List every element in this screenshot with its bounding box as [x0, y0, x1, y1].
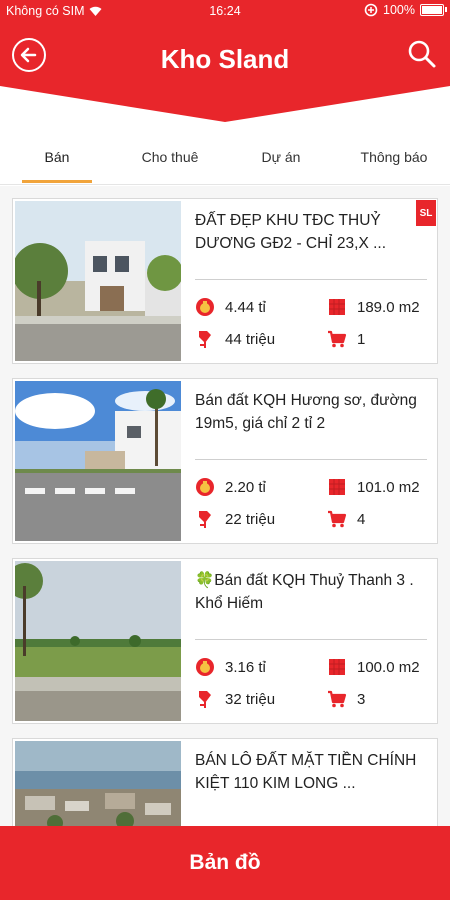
data-saver-icon: [364, 3, 378, 17]
cart-icon: [327, 689, 347, 709]
tab-label: Bán: [44, 149, 70, 165]
price-tag-icon: [195, 689, 215, 709]
listing-price-per-m2: 22 triệu: [195, 509, 275, 529]
area-icon: [327, 297, 347, 317]
area-icon: [327, 657, 347, 677]
listing-title: Bán đất KQH Hương sơ, đường 19m5, giá ch…: [195, 392, 417, 432]
tab-label: Cho thuê: [141, 149, 199, 165]
map-button[interactable]: Bản đồ: [0, 826, 450, 900]
count-value: 1: [357, 330, 366, 348]
listing-area: 101.0 m2: [327, 477, 420, 497]
listing-price: 2.20 tỉ: [195, 477, 266, 497]
price-tag-icon: [195, 509, 215, 529]
tab-thong-bao[interactable]: Thông báo: [360, 130, 428, 184]
active-tab-indicator: [22, 180, 92, 183]
search-icon: [408, 40, 436, 68]
battery-text: 100%: [383, 3, 415, 17]
area-icon: [327, 477, 347, 497]
listing-thumbnail: [15, 741, 181, 826]
listing-area: 189.0 m2: [327, 297, 420, 317]
listing-card[interactable]: 🍀Bán đất KQH Thuỷ Thanh 3 . Khổ Hiếm 3.1…: [12, 558, 438, 724]
tab-bar: Bán Cho thuê Dự án Thông báo: [0, 130, 450, 185]
status-right: 100%: [364, 3, 447, 17]
card-divider: [195, 279, 427, 280]
card-divider: [195, 639, 427, 640]
money-bag-icon: [195, 297, 215, 317]
listing-price-per-m2: 44 triệu: [195, 329, 275, 349]
price-tag-icon: [195, 329, 215, 349]
listing-price: 3.16 tỉ: [195, 657, 266, 677]
tab-label: Dự án: [261, 149, 301, 165]
listing-price-per-m2: 32 triệu: [195, 689, 275, 709]
price-value: 4.44 tỉ: [225, 298, 266, 316]
price-per-m2-value: 44 triệu: [225, 330, 276, 348]
card-divider: [195, 459, 427, 460]
listing-count: 1: [327, 329, 365, 349]
battery-icon: [420, 4, 447, 16]
cart-icon: [327, 509, 347, 529]
search-button[interactable]: [406, 38, 438, 70]
listing-area: 100.0 m2: [327, 657, 420, 677]
listing-card[interactable]: SL ĐẤT ĐẸP KHU TĐC THUỶ DƯƠNG GĐ2 - CHỈ …: [12, 198, 438, 364]
listing-list[interactable]: SL ĐẤT ĐẸP KHU TĐC THUỶ DƯƠNG GĐ2 - CHỈ …: [0, 186, 450, 826]
tab-ban[interactable]: Bán: [10, 130, 104, 184]
listing-card[interactable]: Bán đất KQH Hương sơ, đường 19m5, giá ch…: [12, 378, 438, 544]
tab-du-an[interactable]: Dự án: [236, 130, 326, 184]
app-header: Kho Sland: [0, 24, 450, 124]
listing-count: 3: [327, 689, 365, 709]
listing-title: BÁN LÔ ĐẤT MẶT TIỀN CHÍNH KIỆT 110 KIM L…: [195, 752, 417, 792]
listing-card[interactable]: BÁN LÔ ĐẤT MẶT TIỀN CHÍNH KIỆT 110 KIM L…: [12, 738, 438, 826]
listing-thumbnail: [15, 561, 181, 721]
price-per-m2-value: 22 triệu: [225, 510, 276, 528]
tab-cho-thue[interactable]: Cho thuê: [120, 130, 220, 184]
page-title: Kho Sland: [160, 44, 290, 74]
tab-label: Thông báo: [360, 149, 428, 165]
map-button-label: Bản đồ: [189, 851, 261, 874]
cart-icon: [327, 329, 347, 349]
money-bag-icon: [195, 657, 215, 677]
area-value: 189.0 m2: [357, 298, 420, 316]
status-bar: Không có SIM 16:24 100%: [0, 0, 450, 24]
listing-price: 4.44 tỉ: [195, 297, 266, 317]
listing-thumbnail: [15, 381, 181, 541]
price-per-m2-value: 32 triệu: [225, 690, 276, 708]
listing-count: 4: [327, 509, 365, 529]
count-value: 4: [357, 510, 366, 528]
area-value: 101.0 m2: [357, 478, 420, 496]
listing-title: ĐẤT ĐẸP KHU TĐC THUỶ DƯƠNG GĐ2 - CHỈ 23,…: [195, 212, 387, 252]
listing-title: 🍀Bán đất KQH Thuỷ Thanh 3 . Khổ Hiếm: [195, 572, 414, 612]
money-bag-icon: [195, 477, 215, 497]
area-value: 100.0 m2: [357, 658, 420, 676]
count-value: 3: [357, 690, 366, 708]
price-value: 2.20 tỉ: [225, 478, 266, 496]
price-value: 3.16 tỉ: [225, 658, 266, 676]
listing-thumbnail: [15, 201, 181, 361]
